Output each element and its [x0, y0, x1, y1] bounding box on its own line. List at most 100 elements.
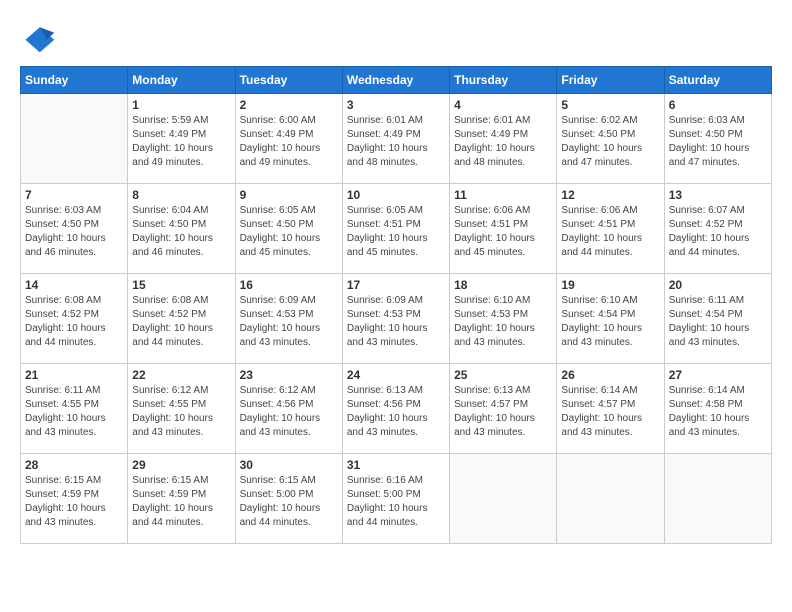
calendar-cell: 3Sunrise: 6:01 AMSunset: 4:49 PMDaylight… — [342, 94, 449, 184]
day-info: Sunrise: 6:09 AMSunset: 4:53 PMDaylight:… — [347, 294, 445, 350]
day-info: Sunrise: 6:07 AMSunset: 4:52 PMDaylight:… — [669, 204, 767, 260]
day-number: 9 — [240, 188, 338, 202]
calendar-cell: 22 Sunrise: 6:12 AMSunset: 4:55 PMDayligh… — [128, 364, 235, 454]
day-number: 15 — [132, 278, 230, 292]
calendar-cell: 10 Sunrise: 6:05 AMSunset: 4:51 PMDayligh… — [342, 184, 449, 274]
day-info: Sunrise: 6:06 AMSunset: 4:51 PMDaylight:… — [561, 204, 659, 260]
page-header — [20, 20, 772, 56]
day-number: 20 — [669, 278, 767, 292]
day-of-week-header: Saturday — [664, 67, 771, 94]
day-number: 3 — [347, 98, 445, 112]
calendar-cell — [450, 454, 557, 544]
day-info: Sunrise: 6:15 AMSunset: 4:59 PMDaylight:… — [25, 474, 123, 530]
calendar-cell: 12 Sunrise: 6:06 AMSunset: 4:51 PMDayligh… — [557, 184, 664, 274]
calendar-cell: 14 Sunrise: 6:08 AMSunset: 4:52 PMDayligh… — [21, 274, 128, 364]
day-number: 8 — [132, 188, 230, 202]
day-of-week-header: Tuesday — [235, 67, 342, 94]
week-row: 21Sunrise: 6:11 AMSunset: 4:55 PMDayligh… — [21, 364, 772, 454]
day-number: 5 — [561, 98, 659, 112]
calendar-cell: 31Sunrise: 6:16 AMSunset: 5:00 PMDayligh… — [342, 454, 449, 544]
day-number: 16 — [240, 278, 338, 292]
calendar-header-row: SundayMondayTuesdayWednesdayThursdayFrid… — [21, 67, 772, 94]
week-row: 14 Sunrise: 6:08 AMSunset: 4:52 PMDayligh… — [21, 274, 772, 364]
calendar-cell: 15 Sunrise: 6:08 AMSunset: 4:52 PMDayligh… — [128, 274, 235, 364]
day-number: 26 — [561, 368, 659, 382]
day-number: 10 — [347, 188, 445, 202]
day-info: Sunrise: 6:08 AMSunset: 4:52 PMDaylight:… — [132, 294, 230, 350]
calendar-cell: 25 Sunrise: 6:13 AMSunset: 4:57 PMDayligh… — [450, 364, 557, 454]
calendar-cell: 26 Sunrise: 6:14 AMSunset: 4:57 PMDayligh… — [557, 364, 664, 454]
calendar-cell: 6 Sunrise: 6:03 AMSunset: 4:50 PMDaylight… — [664, 94, 771, 184]
calendar-cell: 21Sunrise: 6:11 AMSunset: 4:55 PMDayligh… — [21, 364, 128, 454]
calendar-cell — [664, 454, 771, 544]
day-info: Sunrise: 6:14 AMSunset: 4:57 PMDaylight:… — [561, 384, 659, 440]
calendar-cell: 29 Sunrise: 6:15 AMSunset: 4:59 PMDayligh… — [128, 454, 235, 544]
day-info: Sunrise: 6:01 AMSunset: 4:49 PMDaylight:… — [454, 114, 552, 170]
day-info: Sunrise: 6:11 AMSunset: 4:55 PMDaylight:… — [25, 384, 123, 440]
week-row: 28 Sunrise: 6:15 AMSunset: 4:59 PMDayligh… — [21, 454, 772, 544]
calendar-cell — [21, 94, 128, 184]
calendar-cell: 9 Sunrise: 6:05 AMSunset: 4:50 PMDaylight… — [235, 184, 342, 274]
day-info: Sunrise: 6:13 AMSunset: 4:57 PMDaylight:… — [454, 384, 552, 440]
calendar-cell: 13 Sunrise: 6:07 AMSunset: 4:52 PMDayligh… — [664, 184, 771, 274]
day-info: Sunrise: 5:59 AMSunset: 4:49 PMDaylight:… — [132, 114, 230, 170]
calendar-cell: 19Sunrise: 6:10 AMSunset: 4:54 PMDayligh… — [557, 274, 664, 364]
day-number: 27 — [669, 368, 767, 382]
calendar-cell: 24Sunrise: 6:13 AMSunset: 4:56 PMDayligh… — [342, 364, 449, 454]
day-number: 23 — [240, 368, 338, 382]
day-of-week-header: Wednesday — [342, 67, 449, 94]
day-number: 7 — [25, 188, 123, 202]
calendar-table: SundayMondayTuesdayWednesdayThursdayFrid… — [20, 66, 772, 544]
day-info: Sunrise: 6:04 AMSunset: 4:50 PMDaylight:… — [132, 204, 230, 260]
day-number: 30 — [240, 458, 338, 472]
calendar-cell: 18Sunrise: 6:10 AMSunset: 4:53 PMDayligh… — [450, 274, 557, 364]
day-number: 22 — [132, 368, 230, 382]
calendar-cell: 20 Sunrise: 6:11 AMSunset: 4:54 PMDayligh… — [664, 274, 771, 364]
day-info: Sunrise: 6:15 AMSunset: 4:59 PMDaylight:… — [132, 474, 230, 530]
day-number: 6 — [669, 98, 767, 112]
day-info: Sunrise: 6:14 AMSunset: 4:58 PMDaylight:… — [669, 384, 767, 440]
day-info: Sunrise: 6:02 AMSunset: 4:50 PMDaylight:… — [561, 114, 659, 170]
logo — [20, 20, 60, 56]
day-number: 2 — [240, 98, 338, 112]
day-of-week-header: Monday — [128, 67, 235, 94]
calendar-cell: 1 Sunrise: 5:59 AMSunset: 4:49 PMDaylight… — [128, 94, 235, 184]
day-info: Sunrise: 6:10 AMSunset: 4:54 PMDaylight:… — [561, 294, 659, 350]
calendar-cell: 4 Sunrise: 6:01 AMSunset: 4:49 PMDaylight… — [450, 94, 557, 184]
day-number: 1 — [132, 98, 230, 112]
calendar-cell: 8 Sunrise: 6:04 AMSunset: 4:50 PMDaylight… — [128, 184, 235, 274]
week-row: 1 Sunrise: 5:59 AMSunset: 4:49 PMDaylight… — [21, 94, 772, 184]
day-number: 29 — [132, 458, 230, 472]
day-info: Sunrise: 6:03 AMSunset: 4:50 PMDaylight:… — [669, 114, 767, 170]
day-number: 4 — [454, 98, 552, 112]
day-number: 28 — [25, 458, 123, 472]
day-info: Sunrise: 6:08 AMSunset: 4:52 PMDaylight:… — [25, 294, 123, 350]
calendar-cell: 23 Sunrise: 6:12 AMSunset: 4:56 PMDayligh… — [235, 364, 342, 454]
calendar-cell — [557, 454, 664, 544]
day-number: 12 — [561, 188, 659, 202]
calendar-cell: 11Sunrise: 6:06 AMSunset: 4:51 PMDayligh… — [450, 184, 557, 274]
logo-icon — [20, 20, 56, 56]
day-info: Sunrise: 6:09 AMSunset: 4:53 PMDaylight:… — [240, 294, 338, 350]
day-info: Sunrise: 6:06 AMSunset: 4:51 PMDaylight:… — [454, 204, 552, 260]
calendar-cell: 28 Sunrise: 6:15 AMSunset: 4:59 PMDayligh… — [21, 454, 128, 544]
day-info: Sunrise: 6:05 AMSunset: 4:50 PMDaylight:… — [240, 204, 338, 260]
calendar-cell: 16 Sunrise: 6:09 AMSunset: 4:53 PMDayligh… — [235, 274, 342, 364]
day-info: Sunrise: 6:11 AMSunset: 4:54 PMDaylight:… — [669, 294, 767, 350]
day-info: Sunrise: 6:13 AMSunset: 4:56 PMDaylight:… — [347, 384, 445, 440]
day-info: Sunrise: 6:05 AMSunset: 4:51 PMDaylight:… — [347, 204, 445, 260]
day-info: Sunrise: 6:15 AMSunset: 5:00 PMDaylight:… — [240, 474, 338, 530]
calendar-cell: 7 Sunrise: 6:03 AMSunset: 4:50 PMDaylight… — [21, 184, 128, 274]
day-number: 14 — [25, 278, 123, 292]
day-number: 13 — [669, 188, 767, 202]
day-of-week-header: Friday — [557, 67, 664, 94]
day-number: 25 — [454, 368, 552, 382]
day-info: Sunrise: 6:12 AMSunset: 4:55 PMDaylight:… — [132, 384, 230, 440]
calendar-cell: 2Sunrise: 6:00 AMSunset: 4:49 PMDaylight… — [235, 94, 342, 184]
day-info: Sunrise: 6:12 AMSunset: 4:56 PMDaylight:… — [240, 384, 338, 440]
calendar-cell: 5 Sunrise: 6:02 AMSunset: 4:50 PMDaylight… — [557, 94, 664, 184]
calendar-cell: 30 Sunrise: 6:15 AMSunset: 5:00 PMDayligh… — [235, 454, 342, 544]
day-info: Sunrise: 6:16 AMSunset: 5:00 PMDaylight:… — [347, 474, 445, 530]
day-number: 18 — [454, 278, 552, 292]
day-info: Sunrise: 6:03 AMSunset: 4:50 PMDaylight:… — [25, 204, 123, 260]
